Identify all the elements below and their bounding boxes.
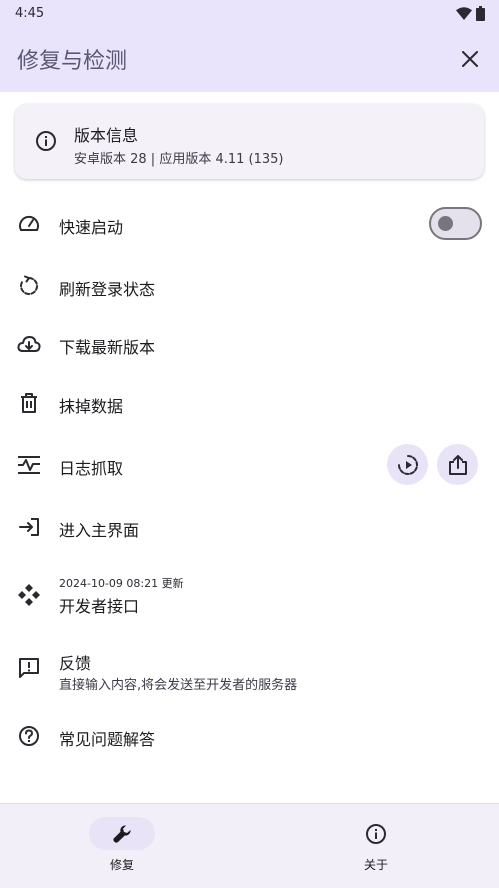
record-log-button[interactable] [387,444,428,485]
feedback-description: 直接输入内容,将会发送至开发者的服务器 [59,678,298,693]
feedback-label: 反馈 [59,654,92,673]
bottom-navigation: 修复 关于 [0,803,499,888]
share-icon [448,454,467,475]
nav-item-repair[interactable]: 修复 [52,804,192,888]
app-bar: 修复与检测 [0,38,499,80]
developer-api-updated: 2024-10-09 08:21 更新 [59,577,184,590]
api-diamond-icon [17,583,41,607]
refresh-icon [17,274,41,298]
close-icon [462,51,478,67]
enter-main-row[interactable]: 进入主界面 [0,499,499,555]
enter-main-label: 进入主界面 [59,521,140,540]
speedometer-icon [17,212,41,236]
quick-start-toggle[interactable] [429,207,482,240]
nav-item-about[interactable]: 关于 [306,804,446,888]
faq-row[interactable]: 常见问题解答 [0,708,499,764]
version-info-card[interactable]: 版本信息 安卓版本 28 | 应用版本 4.11 (135) [15,104,484,179]
quick-start-row[interactable]: 快速启动 [0,196,499,252]
refresh-login-row[interactable]: 刷新登录状态 [0,258,499,314]
status-bar: 4:45 [0,0,499,26]
feedback-icon [17,656,41,680]
cloud-download-icon [17,332,41,356]
help-circle-icon [17,724,41,748]
share-log-button[interactable] [437,444,478,485]
faq-label: 常见问题解答 [59,730,156,749]
developer-api-label: 开发者接口 [59,597,140,616]
wifi-icon [456,6,472,20]
quick-start-label: 快速启动 [59,218,124,237]
version-info-title: 版本信息 [74,126,139,145]
battery-icon [476,5,485,21]
wipe-data-row[interactable]: 抹掉数据 [0,375,499,431]
feedback-row[interactable]: 反馈 直接输入内容,将会发送至开发者的服务器 [0,642,499,698]
version-info-subtitle: 安卓版本 28 | 应用版本 4.11 (135) [74,152,284,167]
header: 4:45 修复与检测 [0,0,499,92]
download-latest-row[interactable]: 下载最新版本 [0,316,499,372]
status-time: 4:45 [15,5,45,21]
monitor-waveform-icon [17,453,41,477]
info-icon [366,823,386,844]
trash-icon [17,391,41,415]
log-capture-label: 日志抓取 [59,459,124,478]
developer-api-row[interactable]: 2024-10-09 08:21 更新 开发者接口 [0,566,499,624]
close-button[interactable] [457,46,483,72]
nav-active-indicator [89,817,155,850]
nav-label-about: 关于 [363,858,388,872]
status-icons [456,5,485,21]
info-icon [35,130,57,156]
page-title: 修复与检测 [17,49,128,74]
login-icon [17,515,41,539]
nav-label-repair: 修复 [109,858,134,872]
wrench-icon [113,824,131,843]
play-circle-icon [397,454,418,475]
toggle-knob [438,216,453,231]
wipe-data-label: 抹掉数据 [59,397,124,416]
refresh-login-label: 刷新登录状态 [59,280,156,299]
nav-about-icon-wrap [343,817,409,850]
download-latest-label: 下载最新版本 [59,338,156,357]
